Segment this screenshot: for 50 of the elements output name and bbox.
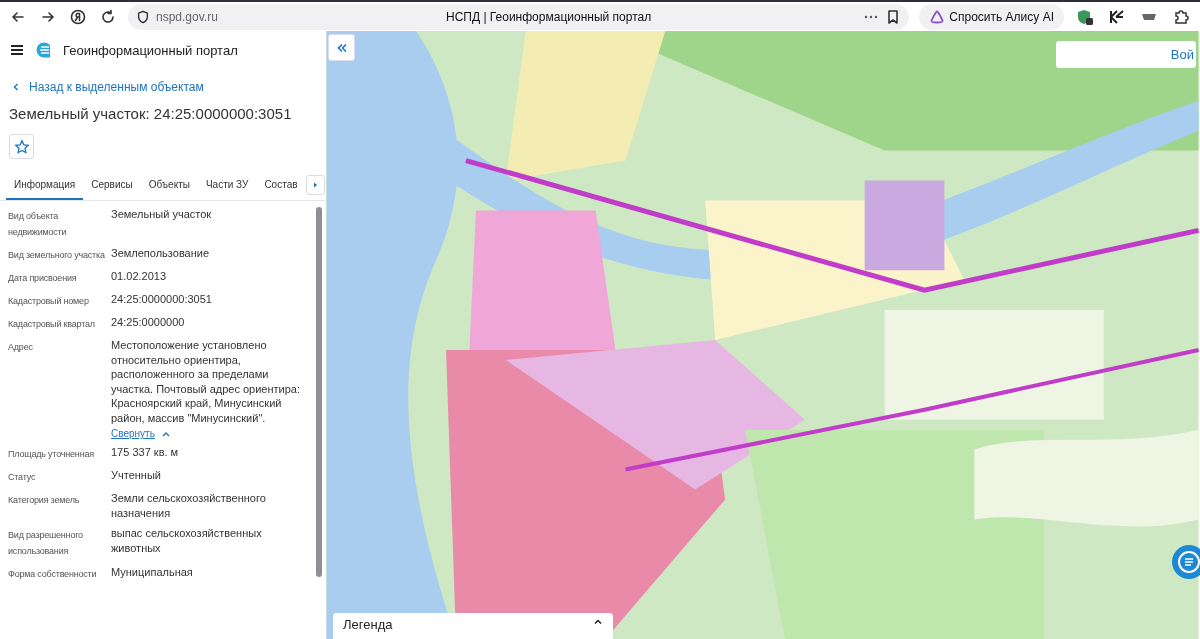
app-title: Геоинформационный портал [63, 42, 238, 58]
property-label: Статус [8, 471, 37, 484]
property-value: Учтенный [111, 468, 162, 483]
property-value: выпас сельскохозяйственных животных [111, 526, 263, 555]
triangle-icon [929, 8, 946, 25]
property-label: Кадастровый квартал [8, 318, 96, 331]
property-label: Категория земель [8, 494, 81, 507]
tab[interactable]: Информация [6, 170, 84, 200]
tab[interactable]: Сервисы [83, 170, 141, 200]
double-chevron-left-icon [335, 41, 348, 54]
tab[interactable]: Объекты [140, 170, 198, 200]
caret-up-icon[interactable] [593, 617, 603, 627]
property-label: Вид земельного участка [8, 249, 106, 262]
shield-icon [136, 9, 150, 24]
property-label: Адрес [8, 341, 34, 354]
property-label: Площадь уточненная [8, 448, 95, 461]
tab[interactable]: Состав [256, 170, 306, 200]
property-label: Вид разрешенного использования [8, 529, 84, 558]
star-icon [13, 138, 30, 155]
object-title: Земельный участок: 24:25:0000000:3051 [8, 105, 293, 122]
tab[interactable]: Части ЗУ [197, 170, 257, 200]
page-title: НСПД | Геоинформационный портал [446, 9, 652, 24]
property-value: Местоположение установлено относительно ориентира, расположенного за пределами участка. Почтовый адрес ориентира: Красноярский край, Минусинский район, массив "Минусинский". [111, 338, 302, 425]
collapse-link[interactable]: Свернуть [111, 428, 310, 439]
assistant-button[interactable]: Спросить Алису AI [919, 3, 1064, 30]
property-label: Дата присвоения [8, 272, 78, 285]
property-value: 24:25:0000000:3051 [111, 292, 213, 307]
property-label: Вид объекта недвижимости [8, 210, 68, 239]
menu-icon[interactable] [9, 42, 25, 58]
favorite-button[interactable] [9, 134, 34, 159]
address-bar[interactable]: nspd.gov.ru НСПД | Геоинформационный портал [128, 3, 910, 30]
map-panel-button[interactable]: Вой [1056, 41, 1196, 68]
property-value: Муниципальная [111, 565, 194, 580]
scrollbar[interactable] [316, 207, 322, 577]
collapse-panel-button[interactable] [328, 34, 355, 61]
legend-title: Легенда [343, 617, 393, 632]
property-label: Кадастровый номер [8, 295, 90, 308]
chevron-left-icon [11, 82, 21, 92]
back-link[interactable]: Назад к выделенным объектам [0, 80, 325, 94]
property-value: 01.02.2013 [111, 269, 168, 284]
property-value: Земли сельскохозяйственного назначения [111, 491, 267, 520]
portal-logo-icon [35, 41, 53, 59]
property-value: Земельный участок [111, 207, 213, 222]
property-value: Землепользование [111, 246, 211, 261]
url-text: nspd.gov.ru [156, 9, 218, 24]
property-value: 24:25:0000000 [111, 315, 186, 330]
property-label: Форма собственности [8, 568, 98, 581]
chat-button-icon[interactable] [1171, 544, 1200, 580]
legend-panel[interactable]: Легенда [333, 613, 613, 639]
property-value: 175 337 кв. м [111, 445, 180, 460]
